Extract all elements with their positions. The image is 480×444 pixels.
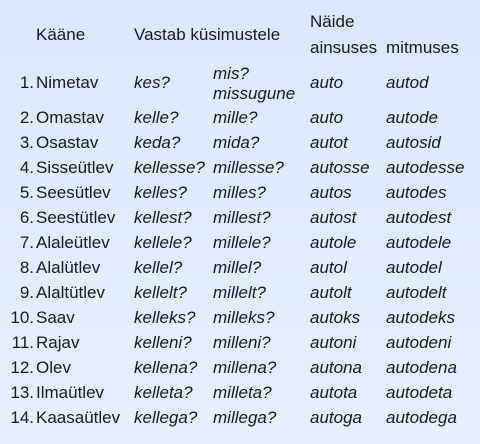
case-name: Saav xyxy=(36,308,75,327)
question-who: kellesse? xyxy=(134,158,205,177)
question-who: kellena? xyxy=(134,358,198,377)
case-table: Kääne Vastab küsimustele Näide ainsuses … xyxy=(0,0,480,444)
example-singular: autol xyxy=(310,258,347,277)
row-number: 7. xyxy=(19,233,34,252)
question-what: milleni? xyxy=(213,333,271,352)
example-plural: autodega xyxy=(386,408,457,427)
question-who: kelleni? xyxy=(134,333,192,352)
row-number: 4. xyxy=(19,158,34,177)
header-answers: Vastab küsimustele xyxy=(134,25,281,44)
question-who: kellel? xyxy=(134,258,183,277)
question-what: millel? xyxy=(213,258,262,277)
question-what: millele? xyxy=(213,233,271,252)
question-what: milleks? xyxy=(213,308,275,327)
row-number: 12. xyxy=(10,358,34,377)
example-plural: autodesse xyxy=(386,158,465,177)
row-number: 14. xyxy=(10,408,34,427)
case-name: Rajav xyxy=(36,333,80,352)
example-singular: autosse xyxy=(310,158,370,177)
example-singular: autost xyxy=(310,208,357,227)
example-singular: autos xyxy=(310,183,352,202)
question-who: kelle? xyxy=(134,108,179,127)
case-name: Alaleütlev xyxy=(36,233,110,252)
case-name: Seesütlev xyxy=(36,183,111,202)
row-number: 11. xyxy=(11,333,34,352)
question-what: milles? xyxy=(213,183,266,202)
row-number: 8. xyxy=(19,258,34,277)
question-what: mida? xyxy=(213,133,260,152)
question-who: kellega? xyxy=(134,408,198,427)
case-name: Alaltütlev xyxy=(36,283,105,302)
case-name: Omastav xyxy=(36,108,105,127)
question-what: millest? xyxy=(213,208,271,227)
example-singular: autona xyxy=(310,358,362,377)
case-name: Nimetav xyxy=(36,73,99,92)
question-who: kelles? xyxy=(134,183,187,202)
question-who: keda? xyxy=(134,133,181,152)
row-number: 6. xyxy=(19,208,34,227)
example-singular: auto xyxy=(310,73,344,92)
case-name: Ilmaütlev xyxy=(36,383,105,402)
example-plural: autodeks xyxy=(386,308,455,327)
example-singular: autoga xyxy=(310,408,362,427)
question-what: milleta? xyxy=(213,383,272,402)
question-what: mis? xyxy=(213,64,249,83)
row-number: 1. xyxy=(19,73,34,92)
example-plural: autodel xyxy=(386,258,442,277)
case-name: Sisseütlev xyxy=(36,158,114,177)
case-name: Olev xyxy=(36,358,71,377)
header-plural: mitmuses xyxy=(386,38,459,57)
question-who: kellele? xyxy=(134,233,192,252)
case-name: Seestütlev xyxy=(36,208,116,227)
row-number: 13. xyxy=(10,383,34,402)
header-singular: ainsuses xyxy=(310,38,378,57)
example-singular: autoks xyxy=(310,308,361,327)
example-plural: autodeni xyxy=(386,333,452,352)
row-number: 2. xyxy=(19,108,34,127)
example-singular: autota xyxy=(310,383,358,402)
question-who: kelleks? xyxy=(134,308,196,327)
example-singular: autoni xyxy=(310,333,357,352)
question-who: kellelt? xyxy=(134,283,187,302)
example-plural: autode xyxy=(386,108,438,127)
example-plural: autodeta xyxy=(386,383,453,402)
example-plural: autodena xyxy=(386,358,457,377)
question-what-kind: missugune xyxy=(213,84,296,103)
question-what: millena? xyxy=(213,358,277,377)
case-name: Kaasaütlev xyxy=(36,408,121,427)
example-singular: autolt xyxy=(310,283,352,302)
row-number: 9. xyxy=(19,283,34,302)
example-plural: autodes xyxy=(386,183,447,202)
example-plural: autod xyxy=(386,73,429,92)
example-plural: autodelt xyxy=(386,283,447,302)
case-name: Alalütlev xyxy=(36,258,101,277)
example-plural: autodele xyxy=(386,233,452,252)
question-who: kelleta? xyxy=(134,383,193,402)
example-singular: autole xyxy=(310,233,357,252)
case-name: Osastav xyxy=(36,133,99,152)
example-singular: auto xyxy=(310,108,344,127)
example-singular: autot xyxy=(310,133,348,152)
row-number: 5. xyxy=(19,183,34,202)
question-what: millesse? xyxy=(213,158,284,177)
question-who: kellest? xyxy=(134,208,192,227)
row-number: 10. xyxy=(10,308,34,327)
row-number: 3. xyxy=(19,133,34,152)
example-plural: autosid xyxy=(386,133,441,152)
question-what: millega? xyxy=(213,408,277,427)
question-who: kes? xyxy=(134,73,170,92)
header-case: Kääne xyxy=(36,25,86,44)
example-plural: autodest xyxy=(386,208,452,227)
question-what: mille? xyxy=(213,108,258,127)
header-examples: Näide xyxy=(310,12,355,31)
question-what: millelt? xyxy=(213,283,266,302)
